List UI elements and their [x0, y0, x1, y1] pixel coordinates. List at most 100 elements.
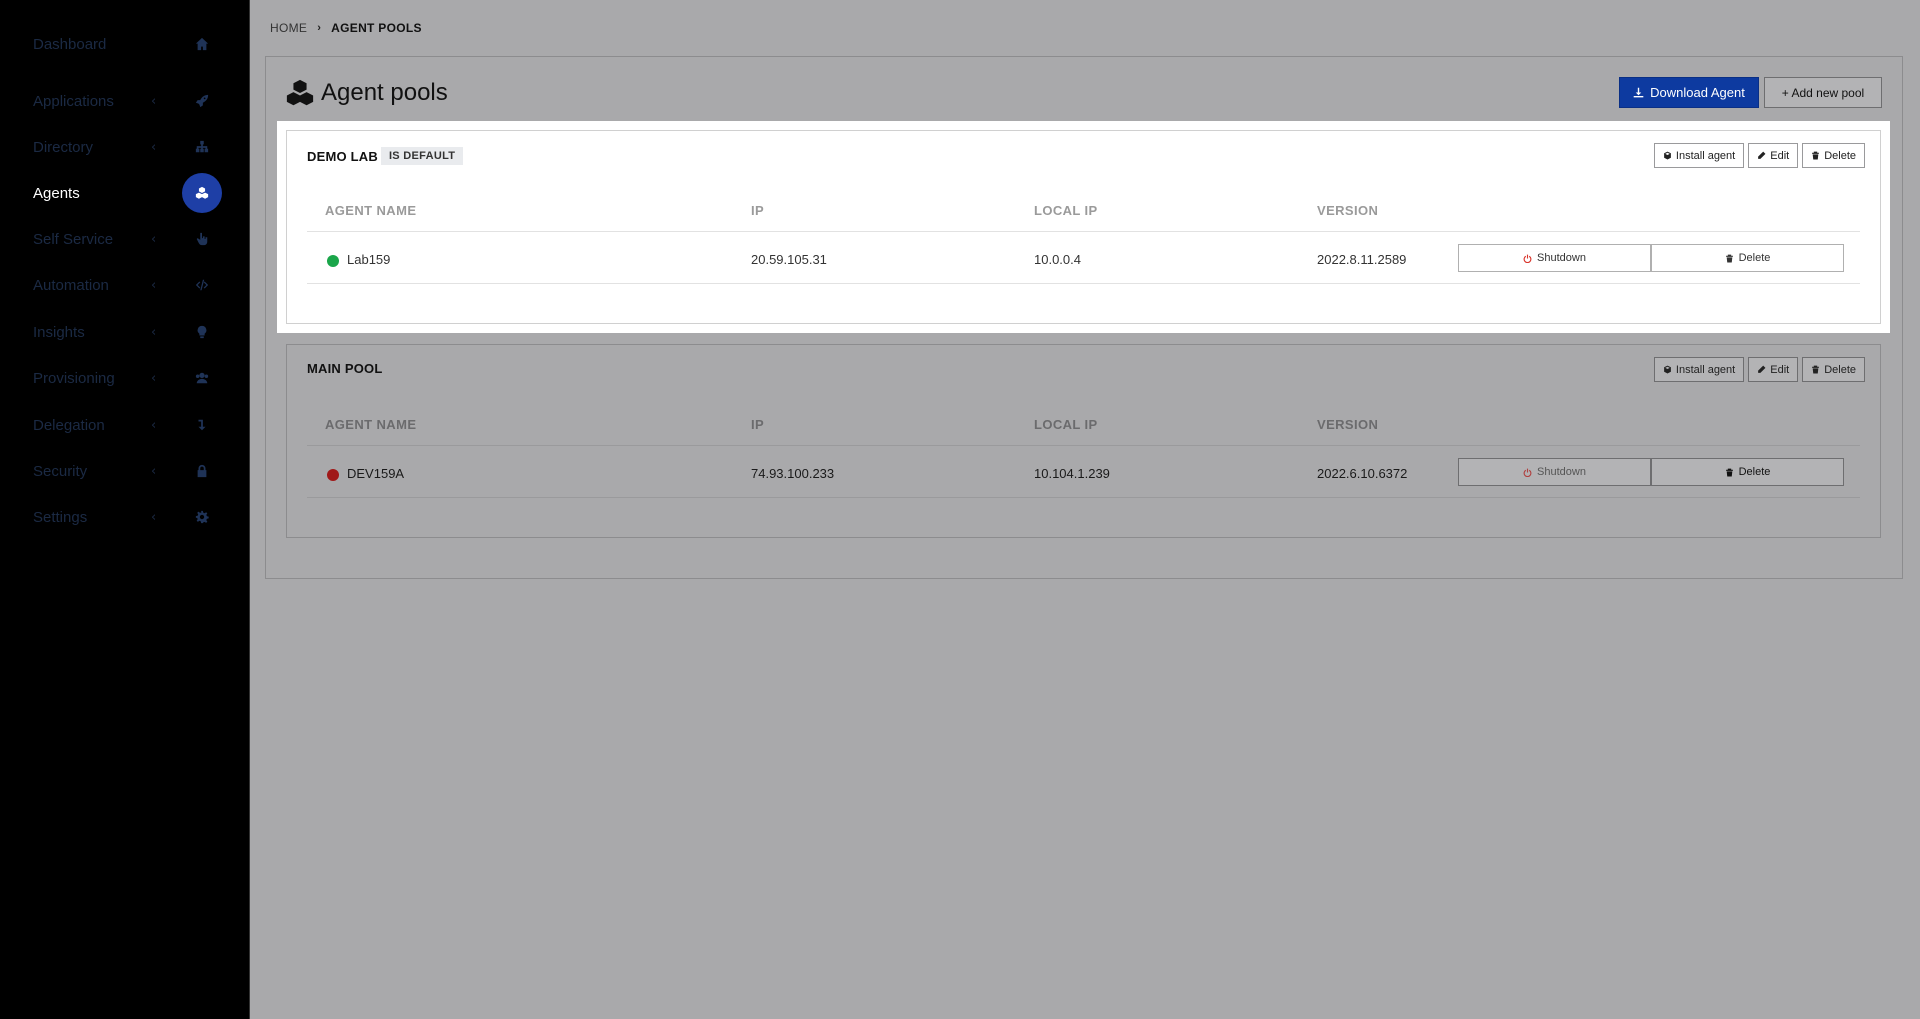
agent-ip: 20.59.105.31: [751, 252, 827, 267]
edit-pool-button[interactable]: Edit: [1748, 357, 1799, 382]
cubes-icon: [286, 79, 314, 106]
chevron-left-icon: ‹: [151, 139, 157, 155]
page-title: Agent pools: [285, 78, 448, 108]
sidebar-item-automation[interactable]: Automation ‹: [0, 262, 250, 308]
chevron-left-icon: ‹: [151, 324, 157, 340]
pool-card-demo-lab: DEMO LAB IS DEFAULT Install agent Edit D…: [286, 130, 1881, 324]
edit-pool-label: Edit: [1770, 149, 1790, 162]
pool-actions: Install agent Edit Delete: [1653, 357, 1865, 382]
lock-icon: [184, 453, 220, 489]
divider: [307, 497, 1860, 498]
agent-version: 2022.8.11.2589: [1317, 252, 1407, 267]
sidebar-item-label: Directory: [33, 138, 94, 156]
chevron-left-icon: ‹: [151, 231, 157, 247]
power-icon: [1523, 254, 1532, 263]
trash-icon: [1725, 468, 1733, 476]
status-online-indicator: [327, 255, 339, 267]
trash-icon: [1812, 151, 1820, 160]
sidebar-item-dashboard[interactable]: Dashboard: [0, 21, 250, 67]
sidebar-item-label: Settings: [33, 508, 88, 526]
cube-icon: [1664, 151, 1671, 160]
sidebar-item-self-service[interactable]: Self Service ‹: [0, 216, 250, 262]
chevron-left-icon: ‹: [151, 93, 157, 109]
rocket-icon: [184, 83, 220, 119]
sidebar-item-provisioning[interactable]: Provisioning ‹: [0, 355, 250, 401]
sidebar-item-label: Delegation: [33, 416, 105, 434]
hand-pointer-icon: [184, 221, 220, 257]
chevron-left-icon: ‹: [151, 417, 157, 433]
gear-icon: [184, 499, 220, 535]
agent-name: Lab159: [347, 252, 391, 267]
trash-icon: [1812, 365, 1820, 374]
sidebar-item-agents[interactable]: Agents: [0, 170, 250, 216]
breadcrumb-home-link[interactable]: HOME: [270, 21, 307, 35]
breadcrumb-current: AGENT POOLS: [331, 21, 422, 35]
column-header-agent-name: AGENT NAME: [325, 203, 417, 218]
level-down-icon: [184, 407, 220, 443]
download-agent-label: Download Agent: [1650, 85, 1745, 100]
column-header-ip: IP: [751, 203, 765, 218]
sidebar-item-label: Self Service: [33, 230, 114, 248]
chevron-left-icon: ‹: [151, 370, 157, 386]
pool-card-main-pool: MAIN POOL Install agent Edit Delete AGEN…: [286, 344, 1881, 538]
agent-ip: 74.93.100.233: [751, 466, 835, 481]
divider: [307, 283, 1860, 284]
column-header-local-ip: LOCAL IP: [1034, 203, 1098, 218]
pool-title: MAIN POOL: [307, 361, 382, 376]
chevron-right-icon: ›: [317, 22, 322, 34]
shutdown-agent-button[interactable]: Shutdown: [1458, 458, 1651, 486]
trash-icon: [1725, 254, 1733, 262]
sidebar-item-directory[interactable]: Directory ‹: [0, 124, 250, 170]
cube-icon: [1664, 365, 1671, 374]
delete-agent-button[interactable]: Delete: [1651, 244, 1844, 272]
sidebar-item-insights[interactable]: Insights ‹: [0, 309, 250, 355]
agent-version: 2022.6.10.6372: [1317, 466, 1408, 481]
delete-agent-label: Delete: [1738, 252, 1771, 264]
delete-agent-label: Delete: [1738, 466, 1771, 478]
download-agent-button[interactable]: Download Agent: [1619, 77, 1759, 108]
agent-local-ip: 10.104.1.239: [1034, 466, 1110, 481]
sitemap-icon: [184, 129, 220, 165]
pencil-icon: [1758, 365, 1766, 373]
sidebar-item-settings[interactable]: Settings ‹: [0, 494, 250, 540]
sidebar-item-delegation[interactable]: Delegation ‹: [0, 402, 250, 448]
chevron-left-icon: ‹: [151, 277, 157, 293]
delete-agent-button[interactable]: Delete: [1651, 458, 1844, 486]
edit-pool-label: Edit: [1770, 363, 1790, 376]
pool-actions: Install agent Edit Delete: [1653, 143, 1865, 168]
sidebar-item-label: Provisioning: [33, 369, 115, 387]
divider: [307, 445, 1860, 446]
power-icon: [1523, 468, 1532, 477]
install-agent-label: Install agent: [1675, 363, 1736, 376]
download-icon: [1633, 87, 1644, 98]
chevron-left-icon: ‹: [151, 463, 157, 479]
sidebar-item-applications[interactable]: Applications ‹: [0, 78, 250, 124]
install-agent-button[interactable]: Install agent: [1653, 357, 1745, 382]
edit-pool-button[interactable]: Edit: [1748, 143, 1799, 168]
column-header-agent-name: AGENT NAME: [325, 417, 417, 432]
pool-name: DEMO LAB: [307, 148, 378, 164]
delete-pool-button[interactable]: Delete: [1802, 357, 1865, 382]
install-agent-label: Install agent: [1675, 149, 1736, 162]
delete-pool-label: Delete: [1824, 363, 1856, 376]
column-header-version: VERSION: [1317, 417, 1379, 432]
column-header-ip: IP: [751, 417, 765, 432]
sidebar-item-label: Dashboard: [33, 35, 107, 53]
delete-pool-button[interactable]: Delete: [1802, 143, 1865, 168]
sidebar-item-label: Security: [33, 462, 88, 480]
agent-local-ip: 10.0.0.4: [1034, 252, 1081, 267]
pencil-icon: [1758, 151, 1766, 159]
shutdown-label: Shutdown: [1537, 252, 1586, 264]
sidebar-item-security[interactable]: Security ‹: [0, 448, 250, 494]
shutdown-agent-button[interactable]: Shutdown: [1458, 244, 1651, 272]
page-title-text: Agent pools: [321, 79, 448, 106]
column-header-local-ip: LOCAL IP: [1034, 417, 1098, 432]
add-new-pool-button[interactable]: + Add new pool: [1764, 77, 1882, 108]
agent-name: DEV159A: [347, 466, 405, 481]
lightbulb-icon: [184, 314, 220, 350]
divider: [307, 231, 1860, 232]
sidebar-item-label: Agents: [33, 184, 80, 202]
sidebar: Dashboard Applications ‹ Directory ‹ Age…: [0, 0, 250, 1019]
install-agent-button[interactable]: Install agent: [1653, 143, 1745, 168]
sidebar-item-label: Insights: [33, 323, 85, 341]
